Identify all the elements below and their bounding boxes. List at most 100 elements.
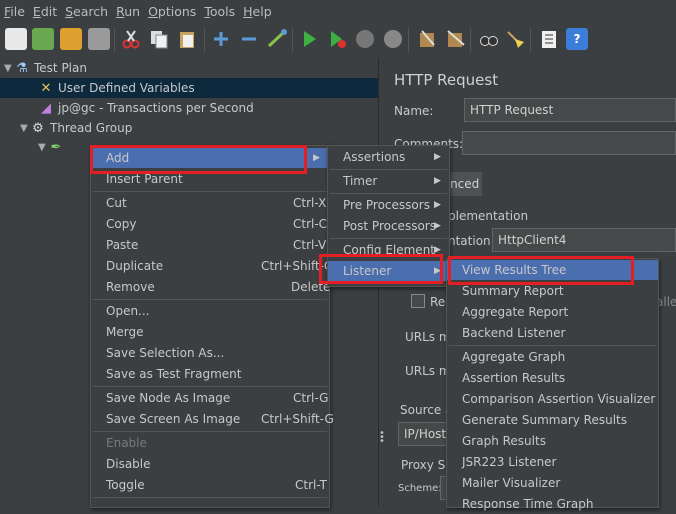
context-menu-paste[interactable]: Paste Ctrl-V [91,235,329,255]
listener-jsr223-listener[interactable]: JSR223 Listener [447,452,658,472]
gear-icon: ⚙ [32,120,44,136]
save-icon[interactable] [88,28,110,50]
chevron-down-icon[interactable]: ▼ [4,63,14,74]
copy-icon[interactable] [148,28,170,50]
listener-graph-results[interactable]: Graph Results [447,431,658,451]
name-field[interactable]: HTTP Request [464,98,676,122]
menu-help[interactable]: Help [239,4,276,19]
collapse-icon[interactable] [238,28,260,50]
reset-search-broom-icon[interactable] [504,28,526,50]
context-menu-duplicate[interactable]: Duplicate Ctrl+Shift-C [91,256,332,276]
clear-all-icon[interactable] [444,28,466,50]
context-menu-open[interactable]: Open... [91,301,329,321]
context-menu-disable[interactable]: Disable [91,454,329,474]
menu-separator [93,431,327,432]
stop-icon[interactable] [354,28,376,50]
toolbar-separator [292,28,293,52]
retrieve-resources-checkbox[interactable] [411,294,425,308]
add-menu-timer[interactable]: Timer ▶ [328,171,449,191]
context-menu-enable[interactable]: Enable [91,433,329,453]
expand-icon[interactable] [210,28,232,50]
listener-aggregate-graph[interactable]: Aggregate Graph [447,347,658,367]
tree-node-test-plan[interactable]: ▼ ⚗ Test Plan [4,59,87,77]
context-menu-save-node-image[interactable]: Save Node As Image Ctrl-G [91,388,329,408]
listener-summary-report[interactable]: Summary Report [447,281,658,301]
menu-separator [93,191,327,192]
tree-node-thread-group[interactable]: ▼ ⚙ Thread Group [20,119,132,137]
add-menu-assertions[interactable]: Assertions ▶ [328,147,449,167]
toggle-icon[interactable] [266,28,288,50]
templates-icon[interactable] [32,28,54,50]
chevron-right-icon: ▶ [434,221,441,231]
chevron-right-icon: ▶ [434,152,441,162]
test-plan-icon: ⚗ [16,60,28,76]
chevron-right-icon: ▶ [434,200,441,210]
cut-icon[interactable] [120,28,142,50]
context-menu-save-screen-image[interactable]: Save Screen As Image Ctrl+Shift-G [91,409,334,429]
proxy-server-label: Proxy Se [401,458,453,472]
context-menu-cut[interactable]: Cut Ctrl-X [91,193,329,213]
help-icon[interactable]: ? [566,28,588,50]
start-no-pauses-icon[interactable] [326,28,348,50]
chevron-right-icon: ▶ [434,176,441,186]
shutdown-icon[interactable] [382,28,404,50]
toolbar-separator [204,28,205,52]
listener-comparison-assertion-visualizer[interactable]: Comparison Assertion Visualizer [447,389,658,409]
tree-node-user-defined-variables[interactable]: ✕ User Defined Variables [38,79,195,97]
menu-separator [93,386,327,387]
menu-separator [93,299,327,300]
paste-icon[interactable] [176,28,198,50]
graph-icon: ◢ [41,100,51,116]
chevron-down-icon[interactable]: ▼ [20,123,30,134]
context-menu-add[interactable]: Add ▶ [91,148,329,168]
menu-file[interactable]: File [0,4,29,19]
context-menu-save-fragment[interactable]: Save as Test Fragment [91,364,329,384]
add-menu-post-processors[interactable]: Post Processors ▶ [328,216,449,236]
menu-separator [449,345,656,346]
tree-node-transactions-per-second[interactable]: ◢ jp@gc - Transactions per Second [38,99,254,117]
menu-options[interactable]: Options [144,4,200,19]
toolbar-separator [408,28,409,52]
panel-title: HTTP Request [394,71,499,89]
listener-generate-summary-results[interactable]: Generate Summary Results [447,410,658,430]
context-menu-insert-parent[interactable]: Insert Parent [91,169,329,189]
toolbar: ? [0,22,676,59]
wrench-icon: ✕ [40,80,52,96]
new-icon[interactable] [5,28,27,50]
implementation-group-label: plementation [448,209,529,223]
chevron-right-icon: ▶ [434,266,441,276]
comments-field[interactable] [462,131,676,155]
listener-aggregate-report[interactable]: Aggregate Report [447,302,658,322]
menu-edit[interactable]: Edit [29,4,61,19]
context-menu-remove[interactable]: Remove Delete [91,277,330,297]
tree-node-http-request[interactable]: ▼ ✒ [38,138,68,156]
context-menu-save-selection[interactable]: Save Selection As... [91,343,329,363]
menu-separator [330,169,447,170]
open-folder-icon[interactable] [60,28,82,50]
toolbar-separator [470,28,471,52]
context-menu-toggle[interactable]: Toggle Ctrl-T [91,475,329,495]
listener-view-results-tree[interactable]: View Results Tree [447,260,658,280]
function-helper-icon[interactable] [538,28,560,50]
listener-response-time-graph[interactable]: Response Time Graph [447,494,658,514]
listener-submenu: View Results Tree Summary Report Aggrega… [446,258,659,511]
menu-tools[interactable]: Tools [200,4,239,19]
search-binoculars-icon[interactable] [478,28,500,50]
context-menu-merge[interactable]: Merge [91,322,329,342]
scheme-label: Scheme: [398,483,442,494]
toolbar-separator [114,28,115,52]
menu-search[interactable]: Search [61,4,112,19]
add-menu-listener[interactable]: Listener ▶ [328,261,449,281]
add-menu-pre-processors[interactable]: Pre Processors ▶ [328,195,449,215]
context-menu-copy[interactable]: Copy Ctrl-C [91,214,329,234]
start-icon[interactable] [298,28,320,50]
listener-mailer-visualizer[interactable]: Mailer Visualizer [447,473,658,493]
toolbar-separator [530,28,531,52]
menu-run[interactable]: Run [112,4,144,19]
implementation-select[interactable]: HttpClient4 [492,228,676,252]
listener-assertion-results[interactable]: Assertion Results [447,368,658,388]
chevron-down-icon[interactable]: ▼ [38,142,48,153]
clear-icon[interactable] [416,28,438,50]
add-menu-config-element[interactable]: Config Element ▶ [328,240,449,260]
listener-backend-listener[interactable]: Backend Listener [447,323,658,343]
